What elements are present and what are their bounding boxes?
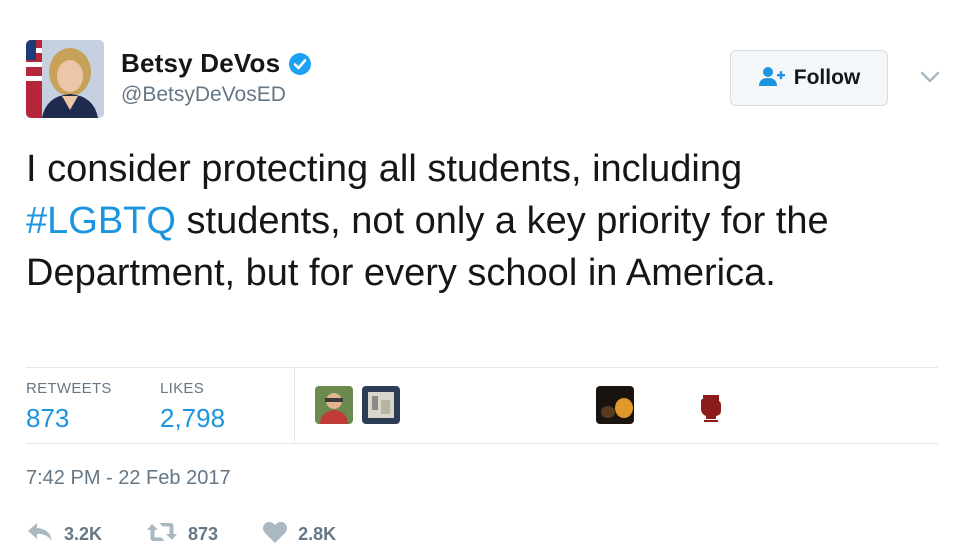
follow-person-icon bbox=[758, 65, 786, 92]
liker-avatar-fist-icon[interactable] bbox=[692, 386, 730, 424]
likes-value: 2,798 bbox=[160, 403, 226, 433]
reply-button[interactable]: 3.2K bbox=[26, 521, 102, 548]
reply-icon bbox=[26, 521, 54, 548]
likes-stat[interactable]: LIKES 2,798 bbox=[160, 380, 225, 434]
follow-button[interactable]: Follow bbox=[730, 50, 888, 106]
heart-icon bbox=[262, 520, 288, 549]
tweet-text: I consider protecting all students, incl… bbox=[26, 143, 936, 299]
verified-badge-icon bbox=[288, 52, 312, 76]
profile-photo-icon bbox=[26, 40, 104, 118]
author-handle[interactable]: @BetsyDeVosED bbox=[121, 83, 312, 107]
follow-button-label: Follow bbox=[793, 66, 861, 89]
likes-label: LIKES bbox=[160, 380, 205, 397]
more-options-chevron-down-icon[interactable] bbox=[918, 65, 942, 89]
retweets-value: 873 bbox=[26, 403, 70, 433]
author-info: Betsy DeVos @BetsyDeVosED bbox=[121, 48, 312, 107]
liker-avatar-person-icon[interactable] bbox=[315, 386, 353, 424]
tweet-timestamp[interactable]: 7:42 PM - 22 Feb 2017 bbox=[26, 467, 231, 490]
tweet-actions: 3.2K 873 2.8K bbox=[26, 516, 380, 552]
tweet-text-part1: I consider protecting all students, incl… bbox=[26, 148, 743, 190]
retweets-stat[interactable]: RETWEETS 873 bbox=[26, 380, 112, 434]
liker-avatar-dark-icon[interactable] bbox=[596, 386, 634, 424]
tweet-header: Betsy DeVos @BetsyDeVosED Follow bbox=[26, 40, 946, 120]
author-avatar[interactable] bbox=[26, 40, 104, 118]
stats-bottom-divider bbox=[26, 443, 938, 444]
like-button[interactable]: 2.8K bbox=[262, 520, 336, 549]
retweet-button[interactable]: 873 bbox=[146, 521, 218, 548]
reply-count: 3.2K bbox=[64, 523, 103, 544]
liker-avatar-artwork-icon[interactable] bbox=[362, 386, 400, 424]
retweet-count: 873 bbox=[188, 523, 219, 544]
retweets-label: RETWEETS bbox=[26, 380, 112, 397]
tweet-stats: RETWEETS 873 LIKES 2,798 bbox=[26, 368, 938, 444]
like-count: 2.8K bbox=[298, 523, 337, 544]
author-display-name[interactable]: Betsy DeVos bbox=[121, 48, 280, 79]
hashtag-link[interactable]: #LGBTQ bbox=[26, 200, 176, 242]
stats-separator bbox=[294, 368, 295, 444]
retweet-icon bbox=[146, 521, 178, 548]
